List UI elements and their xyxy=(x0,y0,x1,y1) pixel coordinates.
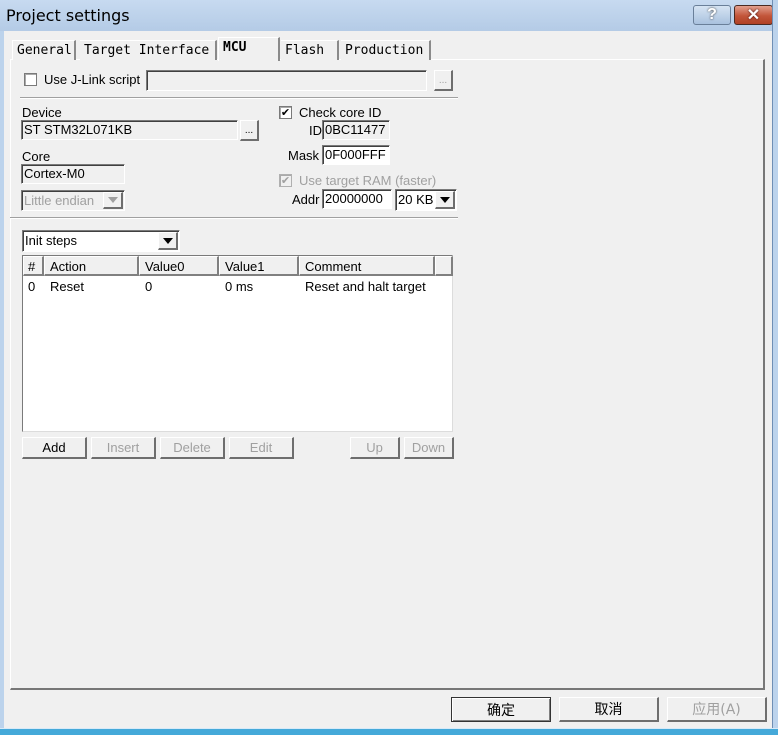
cell-number: 0 xyxy=(28,279,36,294)
browse-label: ... xyxy=(244,124,254,136)
endian-dropdown-button[interactable] xyxy=(103,192,123,209)
mask-input[interactable]: 0F000FFF xyxy=(322,145,390,165)
separator xyxy=(20,97,458,99)
column-header-filler xyxy=(435,256,453,276)
column-header-action[interactable]: Action xyxy=(44,256,139,276)
jlink-script-label: Use J-Link script xyxy=(44,72,141,87)
move-up-button[interactable]: Up xyxy=(350,437,400,459)
core-label: Core xyxy=(22,149,51,164)
tab-general[interactable]: General xyxy=(12,40,76,60)
jlink-script-browse-button[interactable]: ... xyxy=(434,70,453,91)
addr-label: Addr xyxy=(292,192,320,207)
delete-step-button[interactable]: Delete xyxy=(160,437,225,459)
checkmark-icon: ✔ xyxy=(280,175,291,187)
mask-label: Mask xyxy=(288,148,320,163)
steps-list[interactable]: # Action Value0 Value1 Comment 0 Reset 0… xyxy=(22,255,453,432)
ok-button[interactable]: 确定 xyxy=(451,697,551,722)
core-id-label: ID xyxy=(309,123,322,138)
chevron-down-icon xyxy=(107,197,118,203)
help-button[interactable]: ? xyxy=(693,5,731,25)
tab-target-interface[interactable]: Target Interface xyxy=(80,40,217,60)
cell-value0: 0 xyxy=(145,279,153,294)
window-frame-right xyxy=(772,0,778,735)
tab-production[interactable]: Production xyxy=(341,40,431,60)
column-header-value0[interactable]: Value0 xyxy=(139,256,219,276)
cell-value1: 0 ms xyxy=(225,279,254,294)
separator xyxy=(10,217,458,219)
browse-label: ... xyxy=(438,74,448,86)
close-icon: ✕ xyxy=(746,7,761,24)
apply-button[interactable]: 应用(A) xyxy=(667,697,767,722)
chevron-down-icon xyxy=(439,196,450,203)
steps-select[interactable]: Init steps xyxy=(22,230,180,252)
column-header-value1[interactable]: Value1 xyxy=(219,256,299,276)
tab-label: Target Interface xyxy=(84,43,210,58)
help-icon: ? xyxy=(707,6,717,23)
use-target-ram-checkbox[interactable]: ✔ xyxy=(279,174,292,187)
tab-mcu[interactable]: MCU xyxy=(218,37,280,61)
ram-size-value: 20 KB xyxy=(398,192,434,207)
insert-step-button[interactable]: Insert xyxy=(91,437,156,459)
tab-label: General xyxy=(17,43,72,58)
window-frame-bottom xyxy=(0,728,778,735)
device-field[interactable]: ST STM32L071KB xyxy=(21,120,238,140)
addr-input[interactable]: 20000000 xyxy=(322,189,392,209)
tab-flash[interactable]: Flash xyxy=(281,40,339,60)
core-id-field[interactable]: 0BC11477 xyxy=(322,120,390,140)
core-field[interactable]: Cortex-M0 xyxy=(21,164,125,184)
edit-step-button[interactable]: Edit xyxy=(229,437,294,459)
tab-label: MCU xyxy=(223,40,247,55)
add-step-button[interactable]: Add xyxy=(22,437,87,459)
chevron-down-icon xyxy=(162,237,173,244)
move-down-button[interactable]: Down xyxy=(404,437,454,459)
ram-size-dropdown-button[interactable] xyxy=(435,191,455,209)
table-row[interactable]: 0 Reset 0 0 ms Reset and halt target xyxy=(23,277,452,297)
steps-select-value: Init steps xyxy=(25,233,78,248)
jlink-script-checkbox[interactable] xyxy=(24,73,37,86)
close-button[interactable]: ✕ xyxy=(734,5,773,25)
tab-label: Production xyxy=(345,43,424,58)
check-core-id-checkbox[interactable]: ✔ xyxy=(279,106,292,119)
device-browse-button[interactable]: ... xyxy=(240,120,259,141)
checkmark-icon: ✔ xyxy=(280,107,291,119)
use-target-ram-label: Use target RAM (faster) xyxy=(299,173,437,188)
window-title: Project settings xyxy=(6,6,130,25)
cell-action: Reset xyxy=(50,279,84,294)
check-core-id-label: Check core ID xyxy=(299,105,382,120)
cell-comment: Reset and halt target xyxy=(305,279,426,294)
window-frame-left xyxy=(0,31,4,731)
column-header-number[interactable]: # xyxy=(23,256,44,276)
column-header-comment[interactable]: Comment xyxy=(299,256,435,276)
tab-label: Flash xyxy=(285,43,325,58)
cancel-button[interactable]: 取消 xyxy=(559,697,659,722)
endian-value: Little endian xyxy=(24,193,95,208)
steps-dropdown-button[interactable] xyxy=(158,232,178,250)
jlink-script-path-input[interactable] xyxy=(146,70,427,91)
device-label: Device xyxy=(22,105,62,120)
